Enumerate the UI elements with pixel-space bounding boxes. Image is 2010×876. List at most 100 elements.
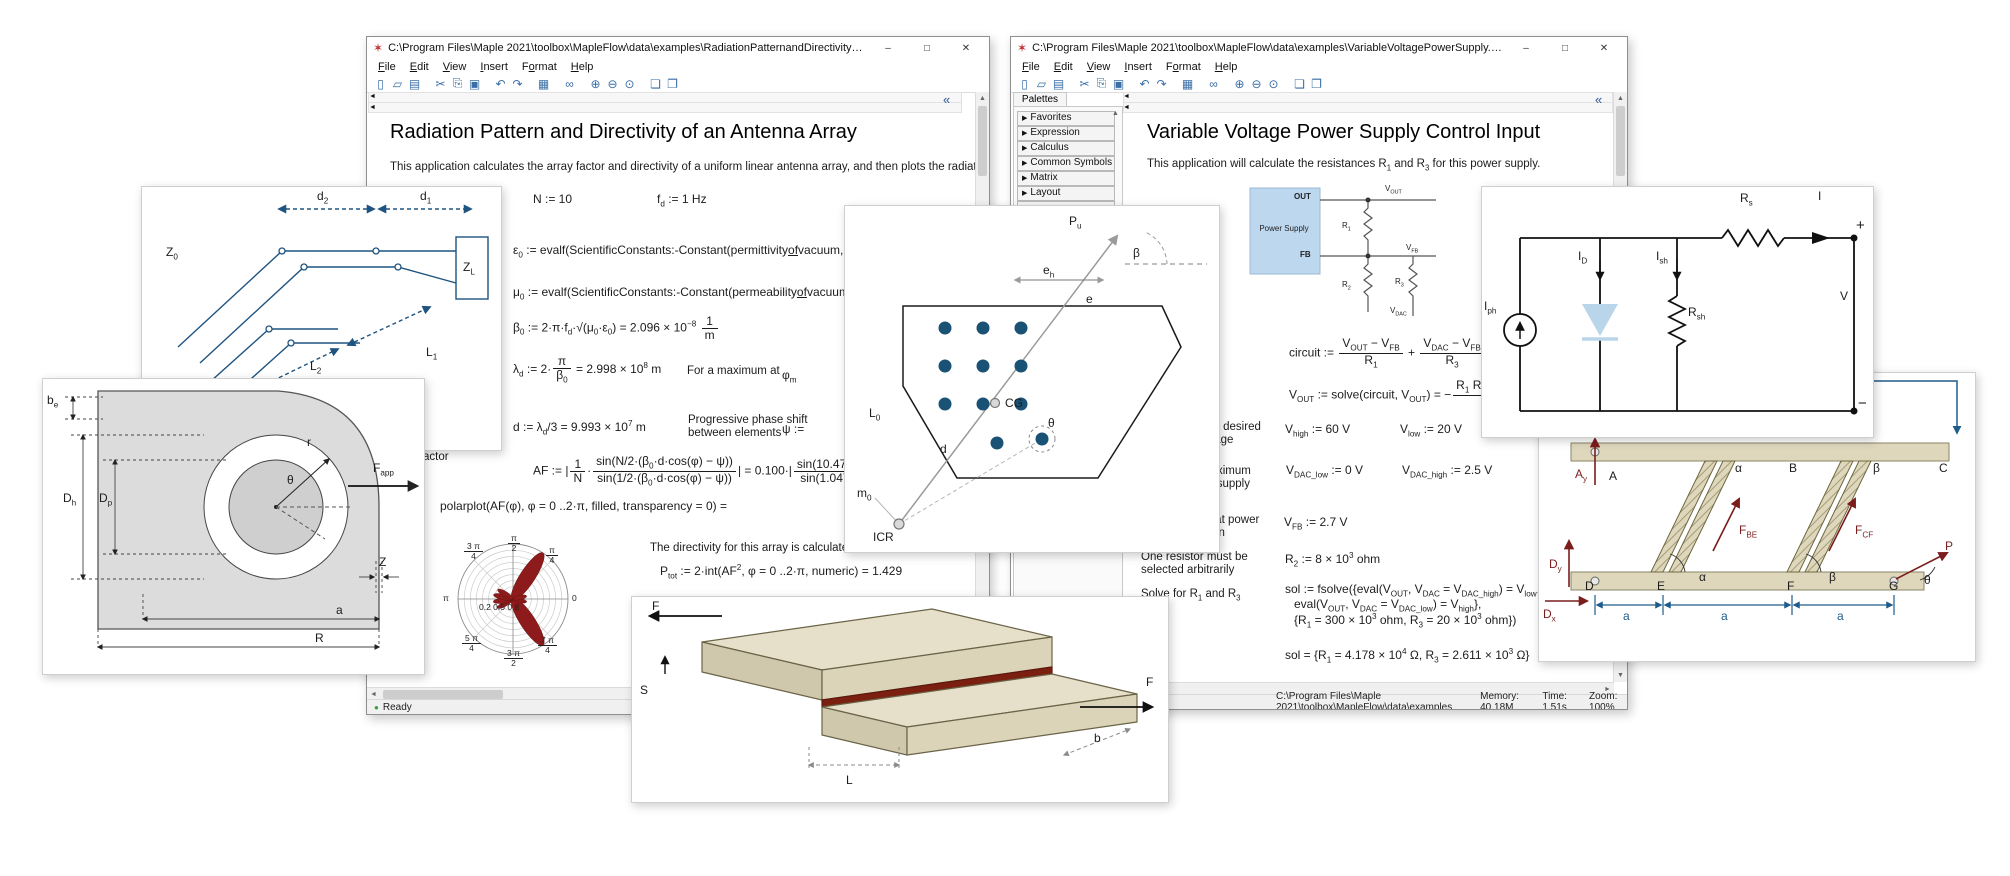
open-file-icon[interactable]: ▱	[389, 77, 406, 91]
math-vdac-low[interactable]: VDAC_low := 0 V	[1286, 463, 1363, 479]
menu-file[interactable]: File	[371, 61, 403, 73]
margin-marker-icon[interactable]: ◄	[1123, 93, 1130, 101]
menu-edit[interactable]: Edit	[1047, 61, 1080, 73]
series-resistance-rs-label: Rs	[1740, 191, 1753, 207]
math-r2[interactable]: R2 := 8 × 103 ohm	[1285, 551, 1380, 568]
schematic-supply-label: Power Supply	[1251, 224, 1317, 233]
redo-icon[interactable]: ↷	[1153, 77, 1170, 91]
copy-icon[interactable]: ⎘	[1093, 76, 1110, 91]
palette-layout[interactable]: ▶Layout	[1017, 186, 1115, 201]
paste-icon[interactable]: ▣	[1110, 77, 1127, 91]
new-document-icon[interactable]: ▯	[372, 77, 389, 91]
zoom-reset-icon[interactable]: ⊙	[1265, 77, 1282, 91]
vehicle-cg-drawing	[845, 206, 1219, 552]
titlebar[interactable]: ✶ C:\Program Files\Maple 2021\toolbox\Ma…	[1011, 37, 1627, 60]
math-phim-fragment[interactable]: φm	[782, 368, 797, 384]
zoom-out-icon[interactable]: ⊖	[1248, 77, 1265, 91]
hyperlink-icon[interactable]: ∞	[561, 77, 578, 91]
math-psi-fragment[interactable]: ψ :=	[782, 422, 804, 436]
math-sol-line2[interactable]: eval(VOUT, VDAC = VDAC_low) = Vhigh},	[1294, 597, 1481, 613]
undo-icon[interactable]: ↶	[1136, 77, 1153, 91]
zoom-reset-icon[interactable]: ⊙	[621, 77, 638, 91]
minimize-button[interactable]: –	[1509, 43, 1543, 54]
doc-title: Variable Voltage Power Supply Control In…	[1147, 121, 1540, 144]
math-vhigh[interactable]: Vhigh := 60 V	[1285, 422, 1350, 438]
schematic-r2-label: R2	[1342, 280, 1351, 292]
save-icon[interactable]: ▤	[406, 77, 423, 91]
menu-format[interactable]: Format	[1159, 61, 1208, 73]
scrollbar-thumb[interactable]	[383, 690, 503, 699]
menu-view[interactable]: View	[436, 61, 474, 73]
math-beta0[interactable]: β0 := 2·π·fd·√(μ0·ε0) = 2.096 × 10−8 1m	[513, 315, 720, 341]
math-n[interactable]: N := 10	[533, 192, 572, 206]
math-vfb[interactable]: VFB := 2.7 V	[1284, 515, 1347, 531]
margin-marker-icon[interactable]: ◄	[369, 104, 376, 112]
math-sol-line1[interactable]: sol := fsolve({eval(VOUT, VDAC = VDAC_hi…	[1285, 582, 1540, 598]
math-vdac-high[interactable]: VDAC_high := 2.5 V	[1402, 463, 1492, 479]
pages-view-icon[interactable]: ❐	[664, 77, 681, 91]
page-view-icon[interactable]: ❏	[1291, 77, 1308, 91]
polar-label-180: π	[443, 593, 449, 603]
maximize-button[interactable]: □	[1548, 43, 1582, 54]
scrollbar-thumb[interactable]	[1616, 106, 1625, 176]
palettes-tab[interactable]: Palettes	[1013, 92, 1067, 107]
titlebar[interactable]: ✶ C:\Program Files\Maple 2021\toolbox\Ma…	[367, 37, 989, 60]
paste-icon[interactable]: ▣	[466, 77, 483, 91]
zoom-in-icon[interactable]: ⊕	[587, 77, 604, 91]
math-vlow[interactable]: Vlow := 20 V	[1400, 422, 1462, 438]
grid-icon[interactable]: ▦	[1179, 77, 1196, 91]
menu-help[interactable]: Help	[1208, 61, 1245, 73]
save-icon[interactable]: ▤	[1050, 77, 1067, 91]
zoom-out-icon[interactable]: ⊖	[604, 77, 621, 91]
math-polarplot[interactable]: polarplot(AF(φ), φ = 0 ..2·π, filled, tr…	[440, 499, 727, 513]
copy-icon[interactable]: ⎘	[449, 76, 466, 91]
new-document-icon[interactable]: ▯	[1016, 77, 1033, 91]
palette-scroll-up-icon[interactable]: ▲	[1109, 107, 1122, 120]
palette-favorites[interactable]: ▶Favorites	[1017, 111, 1115, 126]
redo-icon[interactable]: ↷	[509, 77, 526, 91]
undo-icon[interactable]: ↶	[492, 77, 509, 91]
menu-view[interactable]: View	[1080, 61, 1118, 73]
pages-view-icon[interactable]: ❐	[1308, 77, 1325, 91]
palette-matrix[interactable]: ▶Matrix	[1017, 171, 1115, 186]
menu-edit[interactable]: Edit	[403, 61, 436, 73]
current-i-label: I	[1818, 189, 1821, 203]
math-sol-result[interactable]: sol = {R1 = 4.178 × 104 Ω, R3 = 2.611 × …	[1285, 647, 1529, 664]
palette-calculus[interactable]: ▶Calculus	[1017, 141, 1115, 156]
menu-format[interactable]: Format	[515, 61, 564, 73]
collapse-chevron-icon[interactable]: «	[1595, 92, 1602, 107]
menu-help[interactable]: Help	[564, 61, 601, 73]
palette-common-symbols[interactable]: ▶Common Symbols	[1017, 156, 1115, 171]
margin-marker-icon[interactable]: ◄	[1123, 104, 1130, 112]
scrollbar-thumb[interactable]	[978, 106, 987, 176]
close-button[interactable]: ✕	[949, 43, 983, 54]
math-d[interactable]: d := λd/3 = 9.993 × 107 m	[513, 419, 646, 436]
close-button[interactable]: ✕	[1587, 43, 1621, 54]
zoom-in-icon[interactable]: ⊕	[1231, 77, 1248, 91]
scroll-up-icon[interactable]: ▲	[976, 92, 989, 105]
math-ptot[interactable]: Ptot := 2·int(AF2, φ = 0 ..2·π, numeric)…	[660, 563, 902, 580]
page-view-icon[interactable]: ❏	[647, 77, 664, 91]
palette-expression[interactable]: ▶Expression	[1017, 126, 1115, 141]
grid-icon[interactable]: ▦	[535, 77, 552, 91]
hyperlink-icon[interactable]: ∞	[1205, 77, 1222, 91]
math-epsilon0[interactable]: ε0 := evalf(ScientificConstants:-Constan…	[513, 243, 880, 259]
lap-joint-drawing	[632, 597, 1168, 802]
cut-icon[interactable]: ✂	[432, 77, 449, 91]
cut-icon[interactable]: ✂	[1076, 77, 1093, 91]
math-fd[interactable]: fd := 1 Hz	[657, 192, 707, 208]
scroll-up-icon[interactable]: ▲	[1614, 92, 1627, 105]
margin-marker-icon[interactable]: ◄	[369, 93, 376, 101]
menu-insert[interactable]: Insert	[473, 61, 515, 73]
menu-insert[interactable]: Insert	[1117, 61, 1159, 73]
math-sol-line3[interactable]: {R1 = 300 × 103 ohm, R3 = 20 × 103 ohm})	[1294, 612, 1516, 629]
scroll-down-icon[interactable]: ▼	[1614, 669, 1627, 682]
maximize-button[interactable]: □	[910, 43, 944, 54]
menu-file[interactable]: File	[1015, 61, 1047, 73]
minimize-button[interactable]: –	[871, 43, 905, 54]
math-lambda[interactable]: λd := 2·πβ0 = 2.998 × 108 m	[513, 355, 661, 385]
math-mu0[interactable]: μ0 := evalf(ScientificConstants:-Constan…	[513, 285, 889, 301]
collapse-chevron-icon[interactable]: «	[943, 92, 950, 107]
angle-beta-top-label: β	[1873, 461, 1880, 475]
open-file-icon[interactable]: ▱	[1033, 77, 1050, 91]
